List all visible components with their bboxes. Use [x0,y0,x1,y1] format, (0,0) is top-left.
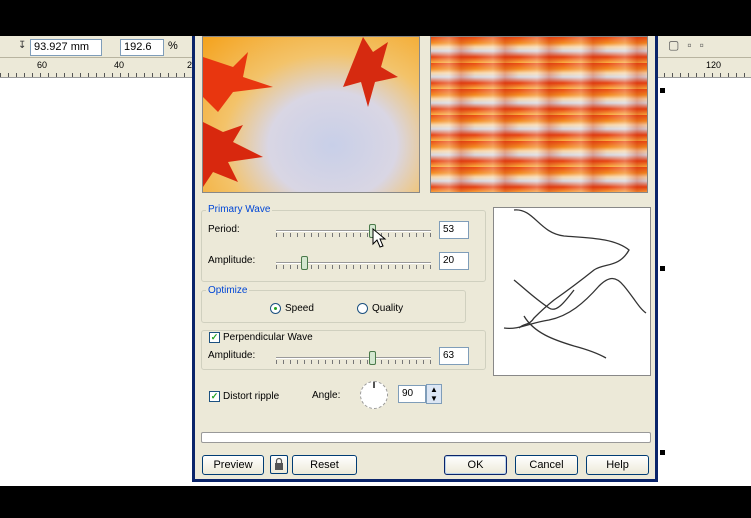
lock-preview-button[interactable] [270,455,288,474]
slider-ticks [276,360,431,364]
ok-button[interactable]: OK [444,455,507,475]
page-edge-marker [660,450,665,455]
amplitude-field[interactable]: 20 [439,252,469,270]
speed-radio[interactable] [270,303,281,314]
distort-ripple-checkbox[interactable]: ✓ [209,391,220,402]
wave-curve [503,209,647,359]
slider-ticks [276,265,431,269]
perp-amplitude-label: Amplitude: [208,350,256,361]
scale-field[interactable]: 192.6 [120,39,164,56]
slider-thumb[interactable] [301,256,308,270]
scale-unit: % [168,40,178,52]
slider-track [276,262,431,264]
perp-amplitude-slider[interactable] [276,351,431,365]
quality-label[interactable]: Quality [372,303,403,314]
width-field[interactable]: 93.927 mm [30,39,102,56]
ruler-label: 60 [37,60,48,70]
angle-label: Angle: [312,390,341,401]
perp-amplitude-field[interactable]: 63 [439,347,469,365]
perpendicular-wave-checkbox[interactable]: ✓ [209,332,220,343]
width-icon: ↧ [18,40,27,51]
ruler-label: 120 [706,60,722,70]
slider-thumb[interactable] [369,351,376,365]
ruler-label: 40 [114,60,125,70]
help-button[interactable]: Help [586,455,649,475]
primary-wave-title: Primary Wave [206,204,273,215]
slider-ticks [276,233,431,237]
page-edge-marker [660,88,665,93]
quality-radio[interactable] [357,303,368,314]
original-preview[interactable] [202,36,420,193]
maple-leaf-image [203,37,398,187]
slider-track [276,357,431,359]
preview-button[interactable]: Preview [202,455,264,475]
mouse-pointer-icon [372,228,387,248]
amplitude-slider[interactable] [276,256,431,270]
reset-button[interactable]: Reset [292,455,357,475]
slider-track [276,230,431,232]
amplitude-label: Amplitude: [208,255,256,266]
period-field[interactable]: 53 [439,221,469,239]
page-edge-marker [660,266,665,271]
angle-field[interactable]: 90 [398,385,426,403]
speed-label[interactable]: Speed [285,303,314,314]
letterbox-top [0,0,751,36]
distort-ripple-label[interactable]: Distort ripple [223,391,279,402]
optimize-title: Optimize [206,285,250,296]
progress-bar [201,432,651,443]
angle-spinner[interactable]: ▲ ▼ [426,384,442,404]
period-label: Period: [208,224,240,235]
period-slider[interactable] [276,224,431,238]
perpendicular-wave-label[interactable]: Perpendicular Wave [223,332,313,343]
toolbar-icons[interactable]: ▢▫▫ [668,38,712,52]
wave-shape-preview [493,207,651,376]
result-preview[interactable] [430,36,648,193]
screen: ↧ 93.927 mm 192.6 % ▢▫▫ 60 40 2 120 Prim… [0,0,751,518]
spin-up-icon[interactable]: ▲ [427,385,441,394]
spin-down-icon[interactable]: ▼ [427,394,441,403]
lock-icon [275,457,283,470]
letterbox-bottom [0,486,751,518]
cancel-button[interactable]: Cancel [515,455,578,475]
angle-dial-indicator [373,382,375,388]
